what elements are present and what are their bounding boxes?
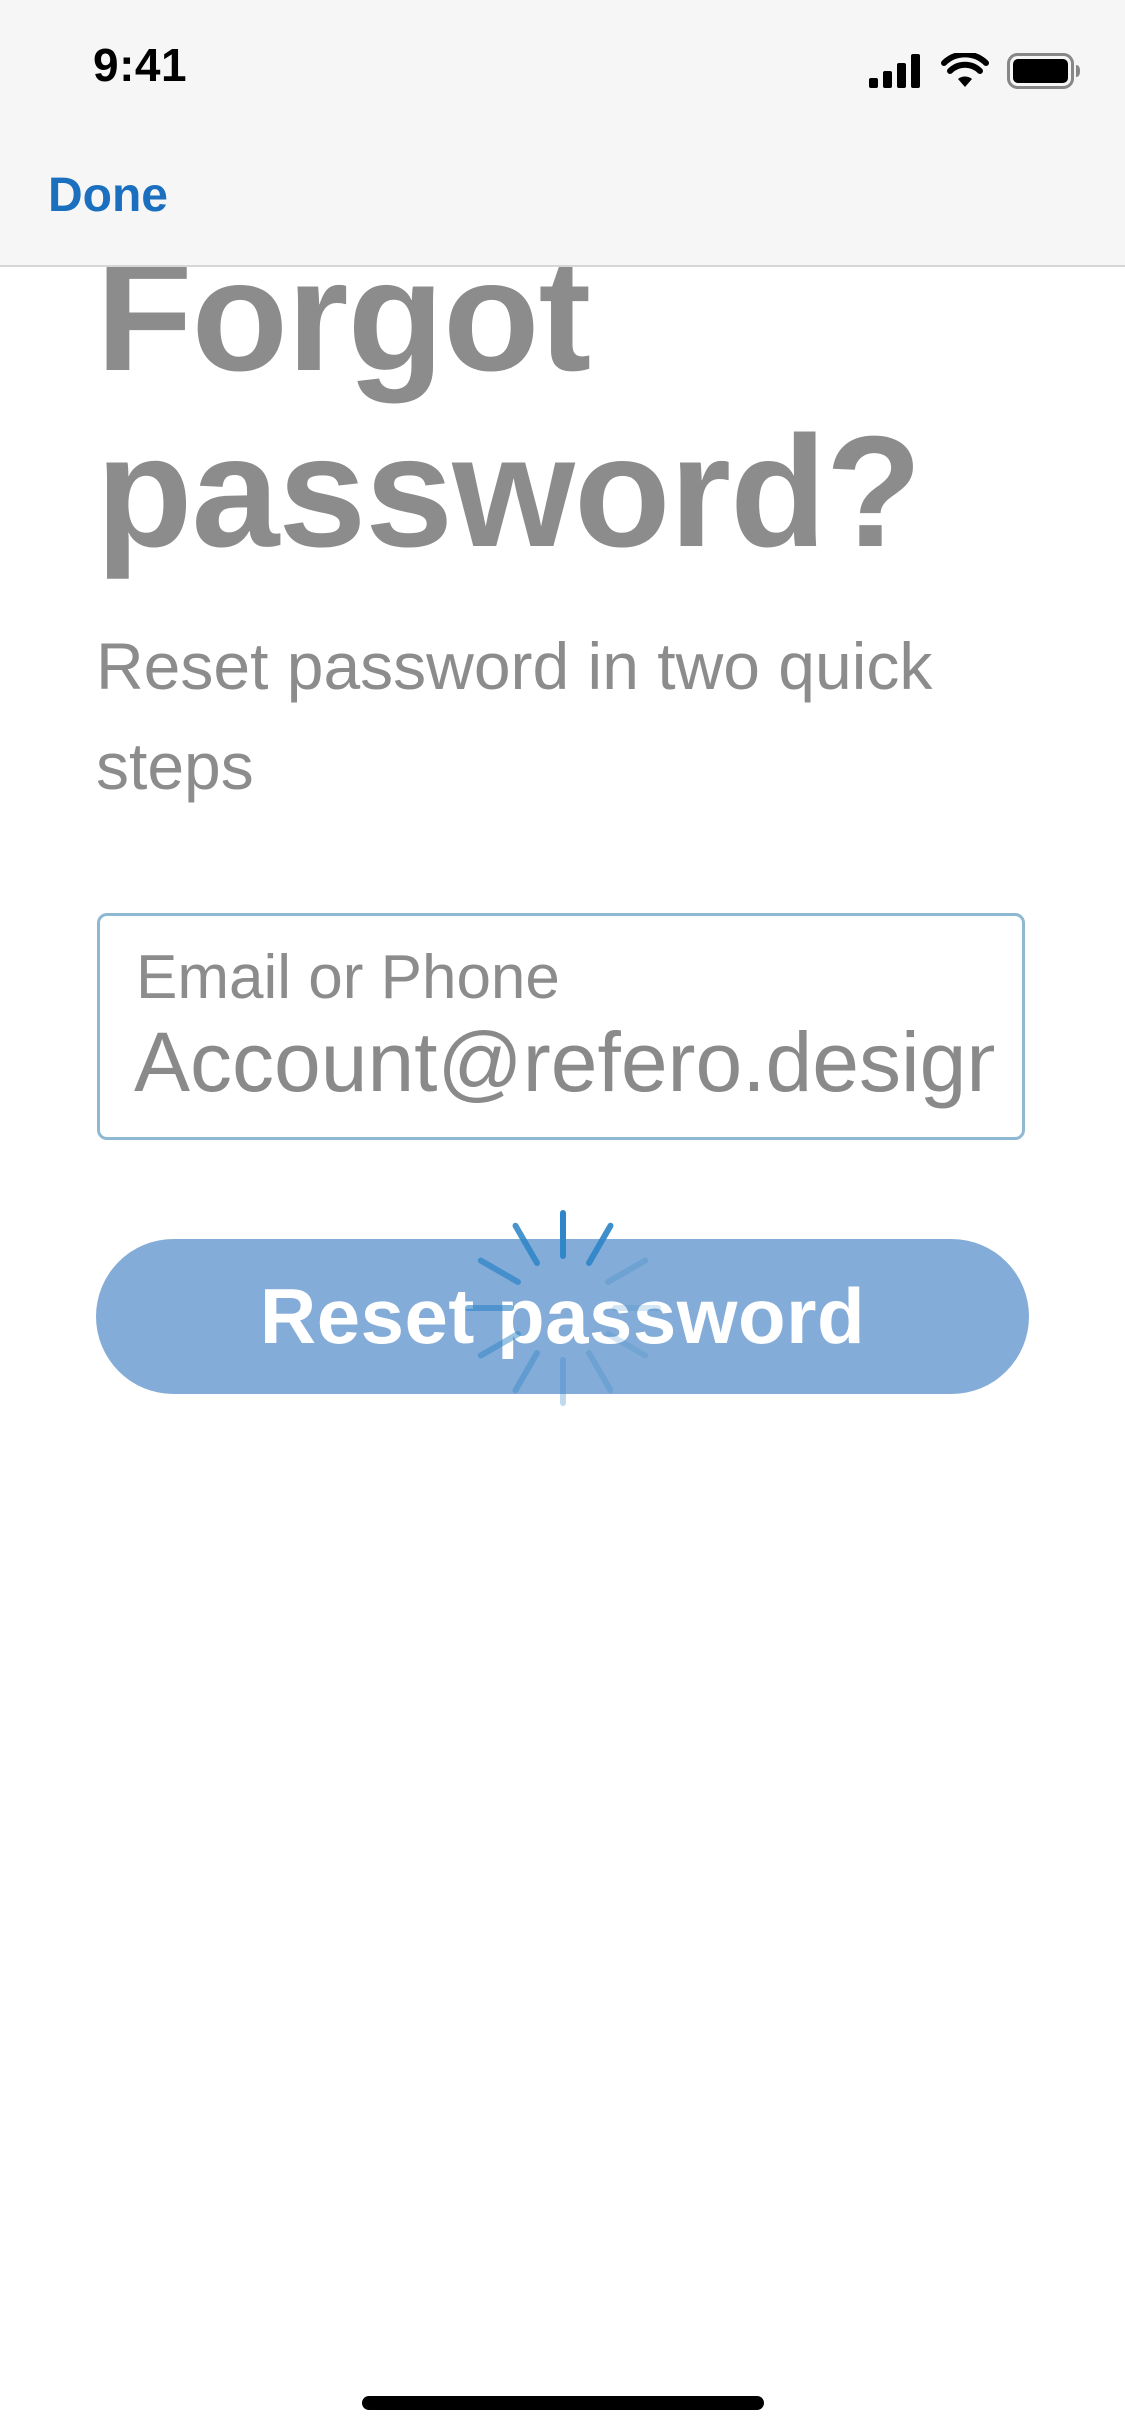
subtitle-line-2: steps [96, 729, 254, 803]
email-or-phone-field[interactable]: Email or Phone [97, 913, 1025, 1140]
field-label: Email or Phone [136, 943, 560, 1012]
title-line-2: password? [96, 404, 922, 580]
email-or-phone-input[interactable] [134, 1014, 994, 1110]
loading-spinner-icon [465, 1210, 661, 1406]
status-icons [869, 50, 1081, 92]
forgot-password-screen: 9:41 Done Forgot password? Reset passwor… [0, 0, 1125, 2436]
cellular-signal-icon [869, 54, 920, 88]
top-bar: 9:41 Done [0, 0, 1125, 267]
battery-icon [1007, 53, 1080, 89]
wifi-icon [941, 53, 989, 87]
subtitle-line-1: Reset password in two quick [96, 629, 933, 703]
page-title: Forgot password? [96, 228, 1076, 580]
status-time: 9:41 [93, 39, 188, 91]
page-subtitle: Reset password in two quick steps [96, 616, 1036, 816]
home-indicator[interactable] [362, 2396, 764, 2410]
done-button[interactable]: Done [48, 168, 168, 223]
